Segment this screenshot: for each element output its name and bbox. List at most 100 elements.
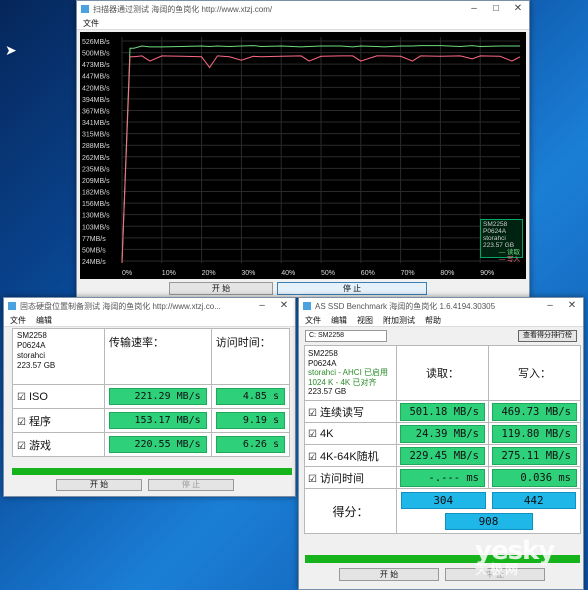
drive-size: 223.57 GB: [17, 361, 56, 370]
legend-size: 223.57 GB: [483, 242, 515, 249]
app-icon: [81, 5, 89, 13]
copy-benchmark-window: 固态硬盘位置制备测试 海阔的鱼岗化 http://www.xtzj.co... …: [3, 297, 296, 497]
legend-write: — 写入: [498, 256, 520, 263]
drive-model: SM2258: [308, 349, 338, 358]
row-label[interactable]: ☑ 4K: [304, 422, 397, 445]
checkbox-icon[interactable]: ☑: [308, 408, 317, 419]
row-label-text: ISO: [28, 390, 48, 403]
y-tick-label: 24MB/s: [82, 259, 106, 266]
close-icon[interactable]: ✕: [507, 1, 529, 17]
speed-value: 153.17 MB/s: [109, 412, 207, 429]
y-tick-label: 182MB/s: [82, 190, 110, 197]
menu-file[interactable]: 文件: [83, 18, 99, 29]
table-row: ☑ 4K-64K随机 229.45 MB/s 275.11 MB/s: [304, 444, 581, 467]
close-icon[interactable]: ✕: [273, 298, 295, 314]
window-title: 固态硬盘位置制备测试 海阔的鱼岗化 http://www.xtzj.co...: [20, 301, 221, 311]
menu-file[interactable]: 文件: [10, 315, 26, 326]
legend-read: — 读取: [498, 249, 520, 256]
x-tick-label: 30%: [241, 270, 255, 277]
menu-bar: 文件: [77, 17, 529, 30]
y-tick-label: 50MB/s: [82, 247, 106, 254]
start-button[interactable]: 开 始: [339, 568, 439, 581]
table-row: ☑ 连续读写 501.18 MB/s 469.73 MB/s: [304, 400, 581, 423]
minimize-icon[interactable]: –: [251, 298, 273, 314]
menu-edit[interactable]: 编辑: [36, 315, 52, 326]
checkbox-icon[interactable]: ☑: [17, 441, 26, 452]
drive-select[interactable]: C: SM2258: [305, 329, 387, 342]
rank-button[interactable]: 查看得分排行榜: [518, 329, 577, 342]
row-label[interactable]: ☑ 程序: [12, 408, 105, 433]
app-icon: [303, 302, 311, 310]
checkbox-icon[interactable]: ☑: [308, 452, 317, 463]
menu-file[interactable]: 文件: [305, 315, 321, 326]
row-label[interactable]: ☑ ISO: [12, 384, 105, 409]
y-tick-label: 341MB/s: [82, 120, 110, 127]
menu-edit[interactable]: 编辑: [331, 315, 347, 326]
chart-legend: SM2258 P0624A storahci 223.57 GB — 读取 — …: [480, 219, 523, 263]
stop-button[interactable]: 停 止: [277, 282, 427, 295]
score-total: 908: [444, 513, 533, 530]
drive-alignment: 1024 K - 4K 已对齐: [308, 377, 377, 387]
x-tick-label: 80%: [440, 270, 454, 277]
start-button[interactable]: 开 始: [56, 479, 142, 491]
row-label[interactable]: ☑ 4K-64K随机: [304, 444, 397, 467]
speed-value: 221.29 MB/s: [109, 388, 207, 405]
access-header: 访问时间：: [210, 328, 291, 385]
menu-bar: 文件 编辑: [4, 314, 295, 327]
write-value: 119.80 MB/s: [492, 424, 577, 443]
y-tick-label: 103MB/s: [82, 224, 110, 231]
menu-help[interactable]: 帮助: [425, 315, 441, 326]
table-row: ☑ 4K 24.39 MB/s 119.80 MB/s: [304, 422, 581, 445]
y-tick-label: 500MB/s: [82, 51, 110, 58]
write-value: 469.73 MB/s: [492, 402, 577, 421]
maximize-icon[interactable]: □: [485, 1, 507, 17]
access-value: 4.85 s: [215, 388, 285, 405]
drive-model: SM2258: [17, 331, 47, 340]
row-label[interactable]: ☑ 访问时间: [304, 466, 397, 489]
score-row: 得分： 304 442 908: [304, 488, 581, 534]
score-write: 442: [491, 492, 576, 509]
stop-button[interactable]: 停 止: [148, 479, 234, 491]
throughput-chart: 526MB/s 500MB/s 473MB/s 447MB/s 420MB/s 394MB…: [80, 32, 526, 279]
mouse-cursor-icon: ➤: [5, 42, 17, 58]
y-tick-label: 394MB/s: [82, 97, 110, 104]
row-label-text: 4K: [319, 427, 334, 440]
menu-view[interactable]: 视图: [357, 315, 373, 326]
drive-firmware: P0624A: [308, 358, 337, 368]
watermark-sub: 天极网: [475, 563, 521, 578]
drive-driver: storahci: [17, 351, 46, 360]
y-tick-label: 367MB/s: [82, 108, 110, 115]
checkbox-icon[interactable]: ☑: [308, 474, 317, 485]
row-label-text: 游戏: [28, 439, 51, 452]
close-icon[interactable]: ✕: [561, 298, 583, 314]
checkbox-icon[interactable]: ☑: [17, 417, 26, 428]
start-button[interactable]: 开 始: [169, 282, 273, 295]
row-label-text: 访问时间: [319, 472, 364, 485]
minimize-icon[interactable]: –: [463, 1, 485, 17]
access-value: 9.19 s: [215, 412, 285, 429]
row-label[interactable]: ☑ 游戏: [12, 432, 105, 457]
menu-extra[interactable]: 附加测试: [383, 315, 415, 326]
x-tick-label: 0%: [122, 270, 132, 277]
throughput-graph-window: 扫描器通过测试 海阔的鱼岗化 http://www.xtzj.com/ – □ …: [76, 0, 530, 298]
title-bar: AS SSD Benchmark 海阔的鱼岗化 1.6.4194.30305 –…: [299, 298, 583, 314]
drive-firmware: P0624A: [17, 341, 46, 350]
title-bar: 扫描器通过测试 海阔的鱼岗化 http://www.xtzj.com/ – □ …: [77, 1, 529, 17]
row-label-text: 程序: [28, 415, 51, 428]
y-tick-label: 288MB/s: [82, 143, 110, 150]
row-label[interactable]: ☑ 连续读写: [304, 400, 397, 423]
legend-read-label: 读取: [507, 249, 520, 256]
score-read: 304: [401, 492, 486, 509]
write-header: 写入：: [488, 345, 581, 401]
drive-size: 223.57 GB: [308, 387, 347, 396]
minimize-icon[interactable]: –: [539, 298, 561, 314]
app-icon: [8, 302, 16, 310]
checkbox-icon[interactable]: ☑: [17, 392, 26, 403]
x-tick-label: 50%: [321, 270, 335, 277]
toolbar: C: SM2258 查看得分排行榜: [299, 327, 583, 344]
checkbox-icon[interactable]: ☑: [308, 429, 317, 440]
drive-info: SM2258 P0624A storahci 223.57 GB: [12, 328, 105, 385]
row-label-text: 4K-64K随机: [319, 450, 379, 463]
x-tick-label: 10%: [162, 270, 176, 277]
watermark-logo: yesky 天极网: [475, 538, 555, 578]
